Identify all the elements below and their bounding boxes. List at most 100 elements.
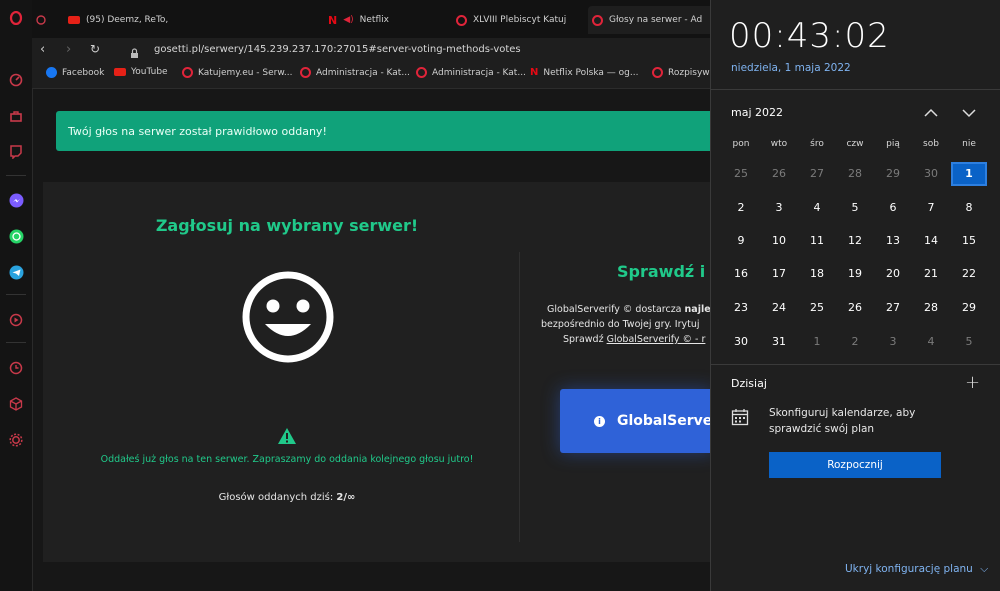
clock-date[interactable]: niedziela, 1 maja 2022 <box>731 62 851 74</box>
calendar-day[interactable]: 31 <box>761 330 797 354</box>
speed-dial-icon[interactable] <box>8 72 24 88</box>
twitch-icon[interactable] <box>8 144 24 160</box>
weekday-label: sob <box>923 139 939 149</box>
calendar-day[interactable]: 4 <box>799 196 835 220</box>
agenda-message-line-1: Skonfiguruj kalendarze, aby <box>769 407 916 419</box>
calendar-day[interactable]: 5 <box>951 330 987 354</box>
calendar-day[interactable]: 9 <box>723 229 759 253</box>
tab-title: Netflix <box>359 15 389 25</box>
tab-plebiscyt[interactable]: XLVIII Plebiscyt Katuj <box>456 6 584 34</box>
calendar-day[interactable]: 4 <box>913 330 949 354</box>
calendar-day[interactable]: 22 <box>951 262 987 286</box>
agenda-message: Skonfiguruj kalendarze, aby sprawdzić sw… <box>769 405 915 437</box>
bookmark-label: Facebook <box>62 67 105 78</box>
player-icon[interactable] <box>8 312 24 328</box>
calendar-day[interactable]: 19 <box>837 262 873 286</box>
calendar-day[interactable]: 26 <box>837 296 873 320</box>
divider <box>711 364 1000 365</box>
calendar-day[interactable]: 29 <box>951 296 987 320</box>
agenda-message-line-2: sprawdzić swój plan <box>769 423 875 435</box>
back-arrow-icon[interactable]: ‹ <box>40 42 45 57</box>
opera-favicon-icon <box>300 67 311 78</box>
address-bar[interactable]: gosetti.pl/serwery/145.239.237.170:27015… <box>154 44 521 55</box>
calendar-day[interactable]: 21 <box>913 262 949 286</box>
add-event-plus-icon[interactable]: + <box>965 372 980 393</box>
promo-link[interactable]: GlobalServerify © - r <box>607 334 706 345</box>
tab-youtube[interactable]: (95) Deemz, ReTo, <box>68 6 288 34</box>
calendar-day[interactable]: 15 <box>951 229 987 253</box>
chevron-up-icon[interactable] <box>923 104 939 123</box>
calendar-month-label[interactable]: maj 2022 <box>731 106 783 119</box>
calendar-day[interactable]: 25 <box>799 296 835 320</box>
calendar-day[interactable]: 3 <box>761 196 797 220</box>
forward-arrow-icon[interactable]: › <box>66 42 71 57</box>
calendar-day[interactable]: 13 <box>875 229 911 253</box>
bookmark-administracja-2[interactable]: Administracja - Kat... <box>416 67 526 78</box>
calendar-day[interactable]: 18 <box>799 262 835 286</box>
reload-icon[interactable]: ↻ <box>90 42 100 56</box>
opera-favicon-icon <box>456 14 467 26</box>
netflix-favicon-icon: N <box>530 67 539 78</box>
opera-logo-icon[interactable] <box>8 10 24 26</box>
weekday-label: wto <box>770 139 788 149</box>
shopping-icon[interactable] <box>8 108 24 124</box>
calendar-day[interactable]: 1 <box>799 330 835 354</box>
calendar-day[interactable]: 3 <box>875 330 911 354</box>
calendar-day-today[interactable]: 1 <box>951 162 987 186</box>
settings-gear-icon[interactable] <box>8 432 24 448</box>
workspace-icon[interactable] <box>36 6 54 34</box>
calendar-day[interactable]: 20 <box>875 262 911 286</box>
bookmark-administracja-1[interactable]: Administracja - Kat... <box>300 67 410 78</box>
browser-sidebar <box>0 0 33 591</box>
chevron-down-icon[interactable] <box>961 104 977 123</box>
bookmark-label: Administracja - Kat... <box>316 67 410 78</box>
start-button[interactable]: Rozpocznij <box>769 452 941 478</box>
hide-plan-link[interactable]: Ukryj konfigurację planu ⌵ <box>845 563 988 576</box>
weekday-label: śro <box>810 139 824 149</box>
calendar-day[interactable]: 10 <box>761 229 797 253</box>
globalserverify-button[interactable]: i GlobalServer <box>560 389 713 453</box>
tab-glosy-na-serwer[interactable]: Głosy na serwer - Ad <box>588 6 714 34</box>
calendar-day[interactable]: 23 <box>723 296 759 320</box>
calendar-day[interactable]: 7 <box>913 196 949 220</box>
bookmark-label: Administracja - Kat... <box>432 67 526 78</box>
calendar-day[interactable]: 28 <box>837 162 873 186</box>
promo-line-3: Sprawdź GlobalServerify © - r <box>541 332 713 347</box>
promo-text-bold: najle <box>684 304 711 315</box>
calendar-day[interactable]: 14 <box>913 229 949 253</box>
messenger-icon[interactable] <box>8 192 24 208</box>
calendar-day[interactable]: 25 <box>723 162 759 186</box>
calendar-day[interactable]: 16 <box>723 262 759 286</box>
calendar-day[interactable]: 30 <box>723 330 759 354</box>
calendar-day[interactable]: 28 <box>913 296 949 320</box>
bookmark-netflix-polska[interactable]: N Netflix Polska — og... <box>530 67 638 78</box>
promo-heading: Sprawdź i p <box>617 262 723 281</box>
tab-netflix[interactable]: N ◀) Netflix <box>328 6 448 34</box>
audio-playing-icon[interactable]: ◀) <box>343 15 353 25</box>
calendar-day[interactable]: 27 <box>799 162 835 186</box>
calendar-day[interactable]: 26 <box>761 162 797 186</box>
bookmark-youtube[interactable]: YouTube <box>114 67 168 77</box>
history-icon[interactable] <box>8 360 24 376</box>
bookmark-facebook[interactable]: Facebook <box>46 67 104 78</box>
opera-favicon-icon <box>182 67 193 78</box>
calendar-day[interactable]: 6 <box>875 196 911 220</box>
calendar-day[interactable]: 17 <box>761 262 797 286</box>
calendar-day[interactable]: 29 <box>875 162 911 186</box>
bookmark-katujemy[interactable]: Katujemy.eu - Serw... <box>182 67 292 78</box>
calendar-day[interactable]: 2 <box>723 196 759 220</box>
calendar-day[interactable]: 30 <box>913 162 949 186</box>
calendar-day[interactable]: 12 <box>837 229 873 253</box>
calendar-day[interactable]: 8 <box>951 196 987 220</box>
votes-today-label: Głosów oddanych dziś: <box>218 492 334 503</box>
calendar-day[interactable]: 11 <box>799 229 835 253</box>
promo-line-2: bezpośrednio do Twojej gry. Irytuj <box>541 319 700 330</box>
calendar-day[interactable]: 5 <box>837 196 873 220</box>
whatsapp-icon[interactable] <box>8 228 24 244</box>
calendar-day[interactable]: 2 <box>837 330 873 354</box>
calendar-day[interactable]: 24 <box>761 296 797 320</box>
telegram-icon[interactable] <box>8 264 24 280</box>
extensions-cube-icon[interactable] <box>8 396 24 412</box>
calendar-day[interactable]: 27 <box>875 296 911 320</box>
bookmark-label: Netflix Polska — og... <box>543 67 639 78</box>
